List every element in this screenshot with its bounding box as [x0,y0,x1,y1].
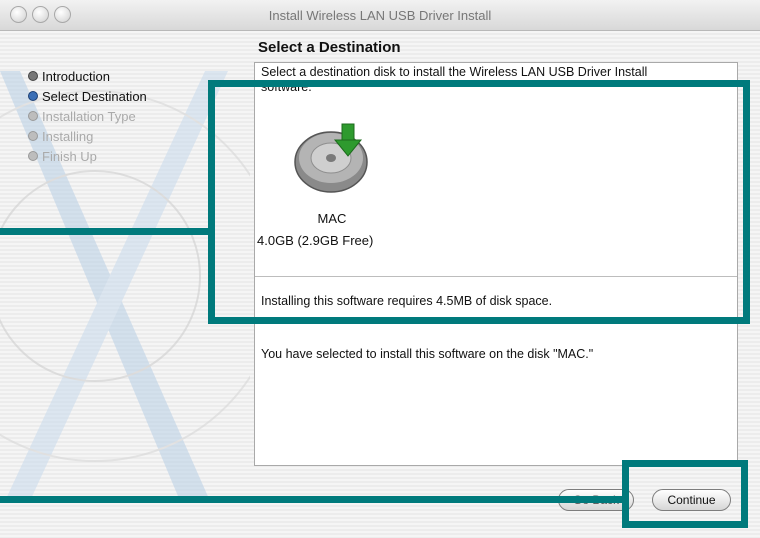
step-installing: Installing [28,126,147,146]
step-introduction: Introduction [28,66,147,86]
step-bullet-icon [28,131,38,141]
step-label: Select Destination [42,88,147,104]
step-bullet-icon [28,71,38,81]
continue-highlight-box [622,460,748,528]
step-label: Finish Up [42,148,97,164]
selected-disk-message: You have selected to install this softwa… [261,347,594,361]
installer-steps-list: Introduction Select Destination Installa… [28,66,147,166]
callout-line-destination [0,228,210,235]
window-title: Install Wireless LAN USB Driver Install [268,8,492,23]
step-label: Installation Type [42,108,136,124]
step-bullet-icon [28,111,38,121]
step-finish-up: Finish Up [28,146,147,166]
step-bullet-icon [28,151,38,161]
step-label: Introduction [42,68,110,84]
callout-line-continue [0,496,624,503]
title-bar: Install Wireless LAN USB Driver Install [0,0,760,31]
destination-highlight-box [208,80,750,324]
step-label: Installing [42,128,94,144]
page-title: Select a Destination [258,39,401,56]
step-select-destination: Select Destination [28,86,147,106]
step-bullet-icon [28,91,38,101]
step-installation-type: Installation Type [28,106,147,126]
